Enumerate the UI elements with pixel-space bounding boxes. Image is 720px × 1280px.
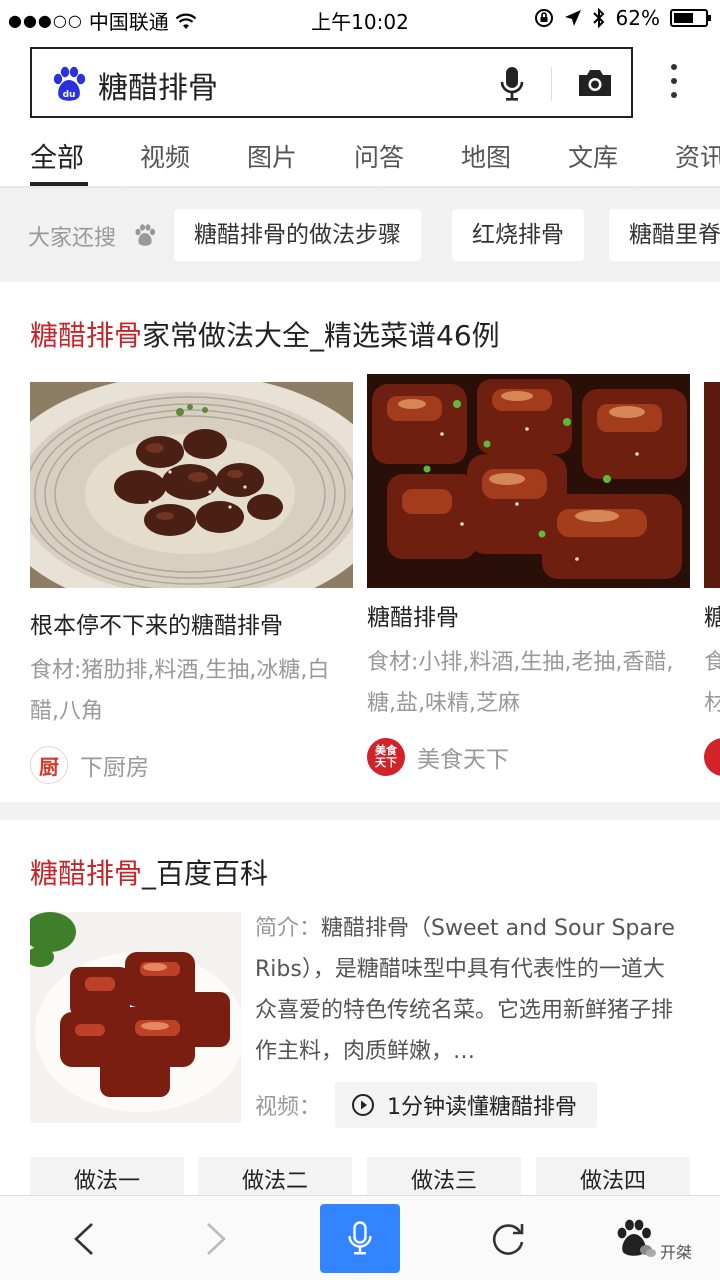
more-menu-icon[interactable]: [666, 64, 682, 100]
recipe-source: 美食 天下 美食天下: [367, 738, 690, 776]
baike-summary[interactable]: 简介：糖醋排骨（Sweet and Sour Spare Ribs），是糖醋味型…: [255, 908, 675, 1072]
recipes-result-card[interactable]: 糖醋排骨家常做法大全_精选菜谱46例 根本停不下来的糖醋排骨 食材:猪肋排,料酒…: [0, 282, 720, 802]
category-tabs: 全部 视频 图片 问答 地图 文库 资讯: [0, 120, 720, 188]
forward-arrow-icon[interactable]: [202, 1221, 230, 1257]
recipe-photo[interactable]: [30, 382, 353, 588]
meishitianxia-logo-icon: 美食 天下: [367, 738, 405, 776]
battery-percent: 62%: [615, 6, 660, 30]
recipe-photo[interactable]: [704, 382, 720, 588]
battery-icon: [670, 9, 711, 27]
recipe-source: [704, 738, 720, 776]
search-results-page: ●●●○○ 中国联通 上午10:02 62% du 糖醋排骨 全部 视频 图片 …: [0, 0, 720, 1280]
baike-title[interactable]: 糖醋排骨_百度百科: [30, 852, 268, 892]
recipe-name: 糖醋排骨: [704, 605, 720, 631]
tab-all[interactable]: 全部: [30, 136, 84, 175]
recipe-name: 糖醋排骨: [367, 605, 459, 631]
recipe-item[interactable]: 根本停不下来的糖醋排骨 食材:猪肋排,料酒,生抽,冰糖,白醋,八角 厨 下厨房: [30, 382, 353, 784]
bottom-toolbar: 开桀: [0, 1195, 720, 1280]
source-name: 美食天下: [417, 747, 509, 773]
recipe-item[interactable]: 糖醋排骨 食材:排骨,糖: [704, 382, 720, 776]
suggestion-chip[interactable]: 糖醋里脊: [609, 209, 720, 261]
tab-map[interactable]: 地图: [461, 138, 511, 174]
recipe-item[interactable]: 糖醋排骨 食材:小排,料酒,生抽,老抽,香醋,糖,盐,味精,芝麻 美食 天下 美食…: [367, 374, 690, 776]
source-logo-icon: [704, 738, 720, 776]
tab-video[interactable]: 视频: [140, 138, 190, 174]
suggestion-chip[interactable]: 糖醋排骨的做法步骤: [174, 209, 421, 261]
voice-input-button[interactable]: [320, 1204, 400, 1273]
suggestion-chip[interactable]: 红烧排骨: [452, 209, 584, 261]
recipes-title[interactable]: 糖醋排骨家常做法大全_精选菜谱46例: [30, 314, 500, 354]
play-icon: [352, 1094, 375, 1116]
card-divider: [0, 802, 720, 820]
baike-result-card[interactable]: 糖醋排骨_百度百科 简介：糖醋排骨（Sweet and Sour Spare R…: [0, 820, 720, 1201]
video-title: 1分钟读懂糖醋排骨: [387, 1095, 578, 1120]
bluetooth-icon: [592, 7, 604, 29]
baike-photo[interactable]: [30, 912, 241, 1123]
search-box[interactable]: du 糖醋排骨: [30, 47, 633, 118]
recipe-photo[interactable]: [367, 374, 690, 588]
video-link-button[interactable]: 1分钟读懂糖醋排骨: [335, 1082, 598, 1128]
baike-video-row: 视频： 1分钟读懂糖醋排骨: [255, 1082, 598, 1128]
search-divider: [551, 67, 552, 101]
recipe-name: 根本停不下来的糖醋排骨: [30, 613, 283, 639]
refresh-icon[interactable]: [489, 1220, 527, 1258]
baidu-paw-icon: du: [53, 66, 86, 101]
recipe-source: 厨 下厨房: [30, 746, 353, 784]
tab-news[interactable]: 资讯: [675, 138, 720, 174]
back-arrow-icon[interactable]: [70, 1221, 98, 1257]
recipe-ingredients: 食材:排骨,糖: [704, 650, 720, 716]
svg-text:du: du: [63, 90, 76, 100]
watermark: 开桀: [640, 1239, 692, 1263]
xiachufang-logo-icon: 厨: [30, 746, 68, 784]
status-bar: ●●●○○ 中国联通 上午10:02 62%: [0, 0, 720, 38]
voice-search-icon[interactable]: [499, 66, 525, 102]
recipe-ingredients: 食材:小排,料酒,生抽,老抽,香醋,糖,盐,味精,芝麻: [367, 650, 674, 716]
location-icon: [564, 10, 581, 26]
tab-library[interactable]: 文库: [568, 138, 618, 174]
related-searches: 大家还搜 糖醋排骨的做法步骤 红烧排骨 糖醋里脊: [0, 190, 720, 282]
recipe-ingredients: 食材:猪肋排,料酒,生抽,冰糖,白醋,八角: [30, 658, 330, 724]
search-query[interactable]: 糖醋排骨: [98, 63, 218, 107]
wechat-icon: [640, 1245, 656, 1257]
related-searches-label: 大家还搜: [28, 226, 117, 251]
microphone-icon: [348, 1221, 372, 1255]
paw-icon: [135, 224, 156, 246]
intro-label: 简介：: [255, 916, 322, 941]
camera-search-icon[interactable]: [577, 68, 613, 98]
tab-images[interactable]: 图片: [247, 138, 297, 174]
tab-qa[interactable]: 问答: [354, 138, 404, 174]
video-label: 视频：: [255, 1095, 322, 1120]
rotation-lock-icon: [534, 9, 553, 27]
watermark-text: 开桀: [660, 1243, 693, 1262]
source-name: 下厨房: [80, 755, 149, 781]
